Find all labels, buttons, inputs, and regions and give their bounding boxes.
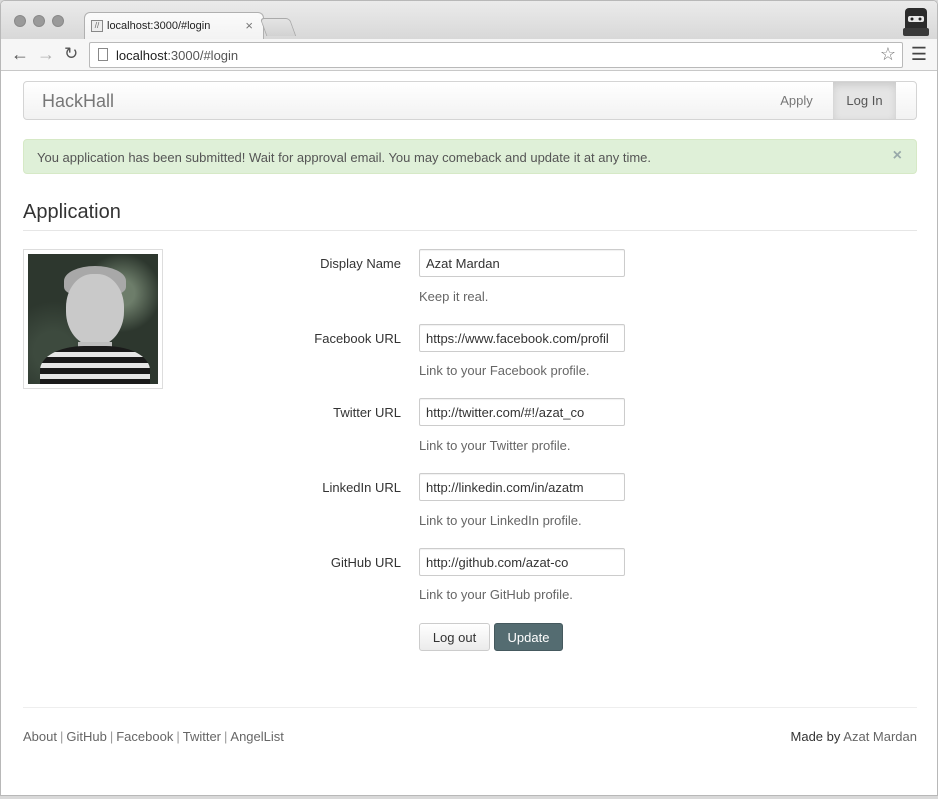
- new-tab-button[interactable]: [259, 18, 297, 36]
- tab-close-icon[interactable]: ×: [245, 18, 253, 33]
- page-icon: [98, 48, 108, 61]
- page-favicon-icon: //: [91, 20, 103, 32]
- address-bar[interactable]: localhost:3000/#login ☆: [89, 42, 903, 68]
- reload-icon[interactable]: ↻: [64, 44, 78, 64]
- facebook-url-label: Facebook URL: [314, 331, 401, 346]
- facebook-url-help: Link to your Facebook profile.: [419, 363, 590, 378]
- footer-link-angellist[interactable]: AngelList: [230, 729, 283, 744]
- footer-link-github[interactable]: GitHub: [66, 729, 106, 744]
- close-window-icon[interactable]: [14, 15, 26, 27]
- alert-close-icon[interactable]: ×: [893, 147, 902, 165]
- twitter-url-label: Twitter URL: [333, 405, 401, 420]
- linkedin-url-label: LinkedIn URL: [322, 480, 401, 495]
- linkedin-url-help: Link to your LinkedIn profile.: [419, 513, 582, 528]
- nav-item-log-in[interactable]: Log In: [833, 82, 896, 119]
- footer-link-facebook[interactable]: Facebook: [116, 729, 173, 744]
- twitter-url-help: Link to your Twitter profile.: [419, 438, 571, 453]
- browser-tab[interactable]: // localhost:3000/#login ×: [84, 12, 264, 40]
- github-url-label: GitHub URL: [330, 555, 401, 570]
- footer-link-about[interactable]: About: [23, 729, 57, 744]
- tab-title: localhost:3000/#login: [107, 20, 211, 32]
- brand-link[interactable]: HackHall: [42, 91, 114, 112]
- browser-menu-icon[interactable]: ☰: [911, 45, 927, 63]
- browser-titlebar: // localhost:3000/#login ×: [1, 1, 937, 40]
- avatar: [28, 254, 158, 384]
- display-name-help: Keep it real.: [419, 289, 489, 304]
- nav-item-apply[interactable]: Apply: [761, 82, 832, 119]
- profile-photo: [23, 249, 163, 389]
- alert-message: You application has been submitted! Wait…: [37, 150, 652, 165]
- browser-window: // localhost:3000/#login × ← → ↻ localho…: [0, 0, 938, 796]
- display-name-label: Display Name: [320, 256, 401, 271]
- heading-divider: [23, 230, 917, 231]
- maximize-window-icon[interactable]: [52, 15, 64, 27]
- made-by-prefix: Made by: [790, 729, 841, 744]
- github-url-help: Link to your GitHub profile.: [419, 587, 573, 602]
- author-link[interactable]: Azat Mardan: [843, 729, 917, 744]
- facebook-url-field[interactable]: [419, 324, 625, 352]
- update-button[interactable]: Update: [494, 623, 563, 651]
- linkedin-url-field[interactable]: [419, 473, 625, 501]
- footer-link-twitter[interactable]: Twitter: [183, 729, 221, 744]
- forward-arrow-icon[interactable]: →: [37, 44, 55, 64]
- profile-avatar-icon[interactable]: [903, 4, 929, 36]
- twitter-url-field[interactable]: [419, 398, 625, 426]
- page-title: Application: [23, 201, 121, 223]
- log-out-button[interactable]: Log out: [419, 623, 490, 651]
- page-content: HackHall Apply Log In You application ha…: [1, 71, 937, 795]
- footer-links: About | GitHub | Facebook | Twitter | AngelList: [23, 729, 284, 744]
- display-name-field[interactable]: [419, 249, 625, 277]
- top-navbar: HackHall Apply Log In: [23, 81, 917, 120]
- footer-divider: [23, 707, 917, 708]
- address-url[interactable]: localhost:3000/#login: [116, 48, 238, 63]
- github-url-field[interactable]: [419, 548, 625, 576]
- success-alert: You application has been submitted! Wait…: [23, 139, 917, 174]
- back-arrow-icon[interactable]: ←: [11, 44, 29, 64]
- made-by-credit: Made by Azat Mardan: [791, 729, 917, 744]
- browser-toolbar: ← → ↻ localhost:3000/#login ☆ ☰: [1, 39, 937, 71]
- minimize-window-icon[interactable]: [33, 15, 45, 27]
- bookmark-star-icon[interactable]: ☆: [880, 44, 896, 65]
